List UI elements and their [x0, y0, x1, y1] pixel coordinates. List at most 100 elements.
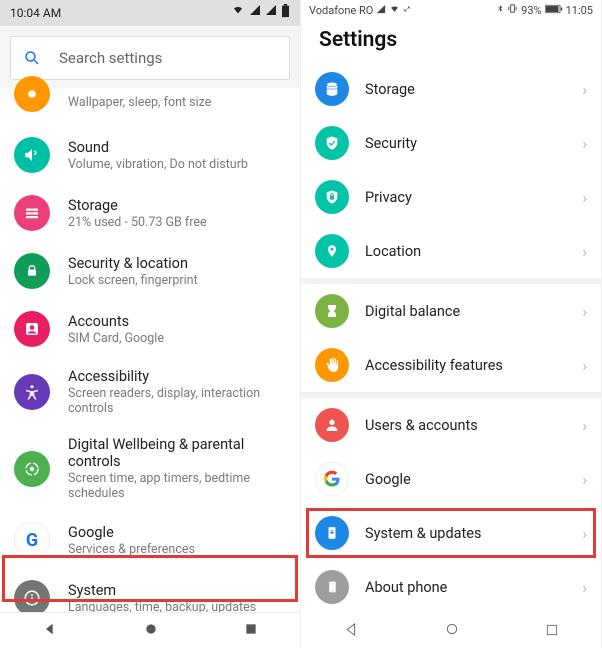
list-item-security[interactable]: Security › — [301, 116, 601, 170]
nav-home-icon[interactable] — [143, 621, 159, 641]
list-item-storage[interactable]: Storage › — [301, 62, 601, 116]
chevron-right-icon: › — [582, 578, 587, 597]
item-subtitle: Screen time, app timers, bedtime schedul… — [68, 471, 286, 501]
item-subtitle: Lock screen, fingerprint — [68, 273, 198, 288]
list-item-wellbeing[interactable]: Digital Wellbeing & parental controls Sc… — [0, 426, 300, 511]
location-icon — [315, 234, 349, 268]
settings-group: Storage › Security › Privacy › Location … — [301, 62, 601, 278]
settings-group: Users & accounts › Google › System & upd… — [301, 398, 601, 614]
list-item-users[interactable]: Users & accounts › — [301, 398, 601, 452]
list-item-accounts[interactable]: Accounts SIM Card, Google — [0, 300, 300, 358]
privacy-icon — [315, 180, 349, 214]
signal-icon — [265, 4, 277, 22]
search-icon — [23, 49, 41, 67]
accessibility-icon — [14, 374, 50, 410]
item-subtitle: 21% used - 50.73 GB free — [68, 215, 207, 230]
bluetooth-icon — [496, 3, 504, 17]
item-title: Security & location — [68, 255, 198, 272]
page-title: Settings — [301, 20, 601, 62]
item-title: Sound — [68, 139, 248, 156]
nav-home-icon[interactable] — [444, 621, 460, 641]
item-subtitle: Services & preferences — [68, 542, 195, 557]
search-input[interactable]: Search settings — [10, 36, 290, 80]
list-item-google[interactable]: Google › — [301, 452, 601, 506]
display-icon — [14, 76, 50, 112]
item-label: Accessibility features — [365, 357, 582, 374]
signal-icon — [376, 4, 386, 17]
list-item-storage[interactable]: Storage 21% used - 50.73 GB free — [0, 184, 300, 242]
settings-list: Wallpaper, sleep, font size Sound Volume… — [0, 88, 300, 627]
nav-back-icon[interactable] — [344, 622, 359, 641]
item-title: System — [68, 582, 256, 599]
list-item-digital-balance[interactable]: Digital balance › — [301, 284, 601, 338]
sound-icon — [14, 137, 50, 173]
search-container: Search settings — [0, 26, 300, 88]
chevron-right-icon: › — [582, 80, 587, 99]
wifi-icon — [389, 4, 400, 17]
info-icon — [14, 580, 50, 616]
item-label: Location — [365, 243, 582, 260]
wifi-icon — [231, 4, 245, 22]
list-item-security[interactable]: Security & location Lock screen, fingerp… — [0, 242, 300, 300]
list-item-accessibility[interactable]: Accessibility Screen readers, display, i… — [0, 358, 300, 426]
list-item-system-updates[interactable]: System & updates › — [301, 506, 601, 560]
item-label: Users & accounts — [365, 417, 582, 434]
list-item-display[interactable]: Wallpaper, sleep, font size — [0, 88, 300, 126]
chevron-right-icon: › — [582, 470, 587, 489]
battery-icon — [281, 4, 290, 22]
item-subtitle: SIM Card, Google — [68, 331, 164, 346]
item-title: Storage — [68, 197, 207, 214]
data-icon — [403, 4, 411, 17]
item-title: Google — [68, 524, 195, 541]
chevron-right-icon: › — [582, 134, 587, 153]
chevron-right-icon: › — [582, 242, 587, 261]
navigation-bar — [0, 612, 300, 648]
item-label: Security — [365, 135, 582, 152]
search-placeholder: Search settings — [59, 49, 162, 67]
item-label: Storage — [365, 81, 582, 98]
chevron-right-icon: › — [582, 524, 587, 543]
left-phone-screen: 10:04 AM Search settings — [0, 0, 301, 648]
list-item-sound[interactable]: Sound Volume, vibration, Do not disturb — [0, 126, 300, 184]
storage-icon — [14, 195, 50, 231]
chevron-right-icon: › — [582, 356, 587, 375]
wellbeing-icon — [14, 451, 50, 487]
vibrate-icon — [507, 3, 518, 17]
chevron-right-icon: › — [582, 188, 587, 207]
nav-recent-icon[interactable] — [244, 621, 258, 640]
shield-icon — [315, 126, 349, 160]
item-title: Accessibility — [68, 368, 286, 385]
list-item-location[interactable]: Location › — [301, 224, 601, 278]
status-time: 11:05 — [566, 4, 593, 17]
chevron-right-icon: › — [582, 416, 587, 435]
item-label: About phone — [365, 579, 582, 596]
system-icon — [315, 516, 349, 550]
item-subtitle: Volume, vibration, Do not disturb — [68, 157, 248, 172]
item-label: System & updates — [365, 525, 582, 542]
item-subtitle: Wallpaper, sleep, font size — [68, 95, 211, 110]
item-title: Digital Wellbeing & parental controls — [68, 436, 286, 470]
phone-icon — [315, 570, 349, 604]
list-item-about-phone[interactable]: About phone › — [301, 560, 601, 614]
list-item-privacy[interactable]: Privacy › — [301, 170, 601, 224]
google-icon: G — [14, 522, 50, 558]
list-item-accessibility[interactable]: Accessibility features › — [301, 338, 601, 392]
nav-back-icon[interactable] — [42, 621, 58, 641]
signal-icon — [249, 4, 261, 22]
balance-icon — [315, 294, 349, 328]
list-item-google[interactable]: G Google Services & preferences — [0, 511, 300, 569]
battery-icon — [545, 4, 563, 17]
battery-percent: 93% — [521, 4, 541, 17]
item-label: Google — [365, 471, 582, 488]
item-title: Accounts — [68, 313, 164, 330]
hand-icon — [315, 348, 349, 382]
item-subtitle: Screen readers, display, interaction con… — [68, 386, 286, 416]
status-bar: Vodafone RO 93% 11:05 — [301, 0, 601, 20]
nav-recent-icon[interactable] — [545, 622, 559, 641]
accounts-icon — [14, 311, 50, 347]
navigation-bar — [301, 614, 601, 648]
item-label: Digital balance — [365, 303, 582, 320]
settings-group: Digital balance › Accessibility features… — [301, 284, 601, 392]
lock-icon — [14, 253, 50, 289]
item-label: Privacy — [365, 189, 582, 206]
